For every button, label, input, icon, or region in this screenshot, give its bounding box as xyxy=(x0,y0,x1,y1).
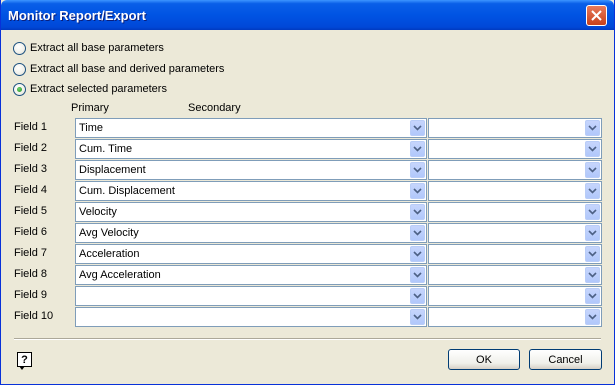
secondary-select[interactable] xyxy=(428,265,602,285)
secondary-select[interactable] xyxy=(428,202,602,222)
chevron-down-icon[interactable] xyxy=(585,183,600,199)
radio-button-selected[interactable] xyxy=(13,82,26,96)
chevron-down-icon[interactable] xyxy=(410,225,425,241)
chevron-down-icon[interactable] xyxy=(410,288,425,304)
primary-select-value: Velocity xyxy=(79,206,117,218)
option-label: Extract all base and derived parameters xyxy=(30,63,225,75)
chevron-down-icon[interactable] xyxy=(585,162,600,178)
chevron-down-icon[interactable] xyxy=(410,141,425,157)
chevron-down-icon[interactable] xyxy=(585,225,600,241)
primary-select[interactable]: Velocity xyxy=(75,202,427,222)
chevron-down-icon[interactable] xyxy=(410,120,425,136)
chevron-down-icon[interactable] xyxy=(585,246,600,262)
primary-select-value: Cum. Displacement xyxy=(79,185,175,197)
dialog-window: Monitor Report/Export Extract all base p… xyxy=(0,0,615,385)
primary-select[interactable]: Avg Velocity xyxy=(75,223,427,243)
secondary-select[interactable] xyxy=(428,244,602,264)
primary-select[interactable]: Acceleration xyxy=(75,244,427,264)
secondary-select[interactable] xyxy=(428,118,602,138)
primary-select[interactable] xyxy=(75,286,427,306)
chevron-down-icon[interactable] xyxy=(410,162,425,178)
cancel-button[interactable]: Cancel xyxy=(529,349,602,370)
primary-select[interactable]: Time xyxy=(75,118,427,138)
secondary-select[interactable] xyxy=(428,286,602,306)
secondary-select[interactable] xyxy=(428,307,602,327)
field-label: Field 1 xyxy=(14,121,48,133)
chevron-down-icon[interactable] xyxy=(585,288,600,304)
field-label: Field 5 xyxy=(14,205,48,217)
primary-select[interactable]: Avg Acceleration xyxy=(75,265,427,285)
option-extract-all-base[interactable]: Extract all base parameters xyxy=(13,41,164,55)
primary-select-value: Cum. Time xyxy=(79,143,133,155)
secondary-select[interactable] xyxy=(428,139,602,159)
chevron-down-icon[interactable] xyxy=(410,246,425,262)
field-label: Field 8 xyxy=(14,268,48,280)
close-button[interactable] xyxy=(586,5,607,26)
title-bar: Monitor Report/Export xyxy=(1,0,614,30)
primary-select-value: Acceleration xyxy=(79,248,140,260)
primary-select-value: Displacement xyxy=(79,164,146,176)
chevron-down-icon[interactable] xyxy=(410,183,425,199)
secondary-column-header: Secondary xyxy=(188,102,241,114)
chevron-down-icon[interactable] xyxy=(585,120,600,136)
chevron-down-icon[interactable] xyxy=(410,309,425,325)
field-label: Field 9 xyxy=(14,289,48,301)
secondary-select[interactable] xyxy=(428,181,602,201)
window-title: Monitor Report/Export xyxy=(8,8,146,23)
close-icon xyxy=(591,10,602,21)
primary-select-value: Avg Velocity xyxy=(79,227,139,239)
field-label: Field 2 xyxy=(14,142,48,154)
primary-select-value: Avg Acceleration xyxy=(79,269,161,281)
chevron-down-icon[interactable] xyxy=(585,309,600,325)
primary-select[interactable]: Displacement xyxy=(75,160,427,180)
secondary-select[interactable] xyxy=(428,223,602,243)
field-label: Field 10 xyxy=(14,310,54,322)
primary-column-header: Primary xyxy=(71,102,109,114)
radio-button[interactable] xyxy=(13,62,26,76)
option-label: Extract selected parameters xyxy=(30,83,167,95)
primary-select-value: Time xyxy=(79,122,104,134)
option-extract-base-derived[interactable]: Extract all base and derived parameters xyxy=(13,62,224,76)
radio-button[interactable] xyxy=(13,41,26,55)
field-label: Field 7 xyxy=(14,247,48,259)
secondary-select[interactable] xyxy=(428,160,602,180)
primary-select[interactable] xyxy=(75,307,427,327)
option-extract-selected[interactable]: Extract selected parameters xyxy=(13,82,167,96)
chevron-down-icon[interactable] xyxy=(410,204,425,220)
field-label: Field 6 xyxy=(14,226,48,238)
chevron-down-icon[interactable] xyxy=(410,267,425,283)
help-icon[interactable]: ? xyxy=(17,352,32,370)
chevron-down-icon[interactable] xyxy=(585,204,600,220)
separator xyxy=(14,338,601,340)
option-label: Extract all base parameters xyxy=(30,42,164,54)
primary-select[interactable]: Cum. Displacement xyxy=(75,181,427,201)
field-label: Field 4 xyxy=(14,184,48,196)
field-label: Field 3 xyxy=(14,163,48,175)
ok-button[interactable]: OK xyxy=(448,349,520,370)
chevron-down-icon[interactable] xyxy=(585,267,600,283)
chevron-down-icon[interactable] xyxy=(585,141,600,157)
primary-select[interactable]: Cum. Time xyxy=(75,139,427,159)
